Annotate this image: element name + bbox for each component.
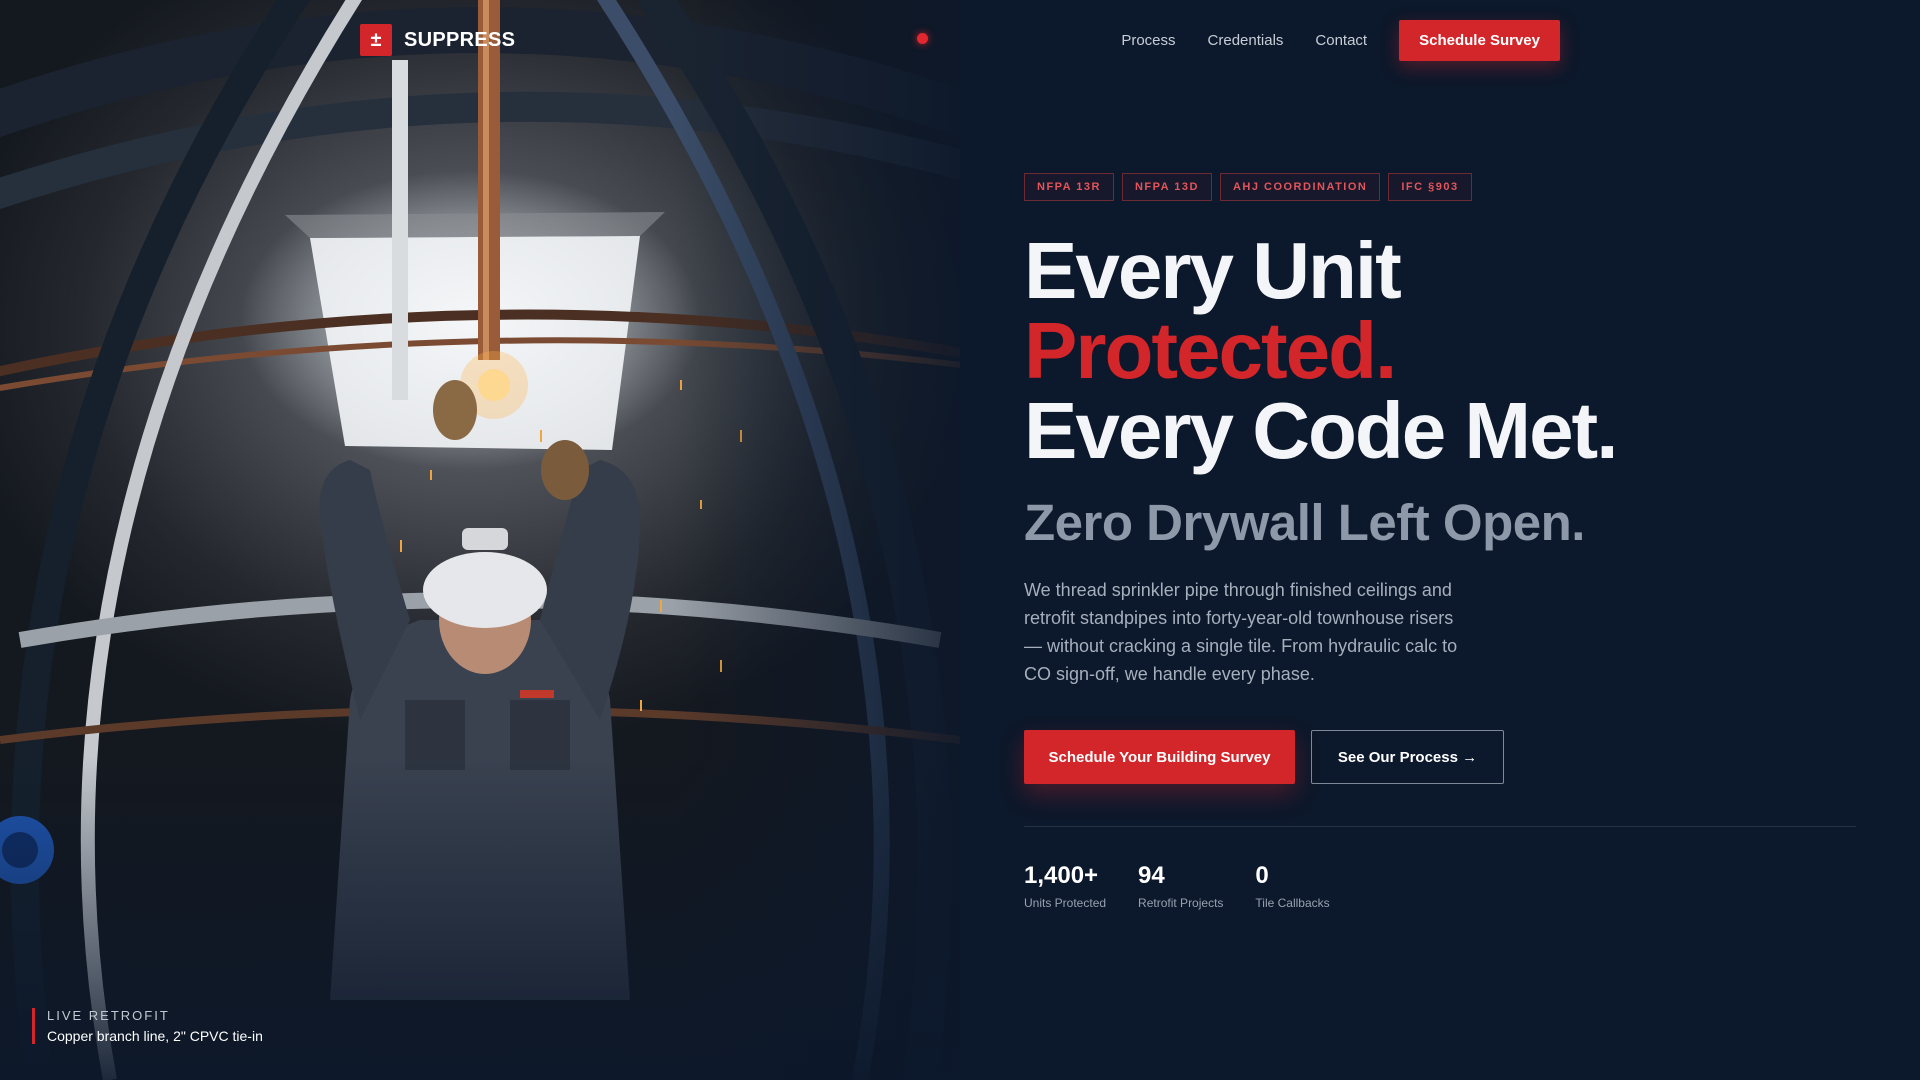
live-indicator-dot — [917, 33, 928, 44]
schedule-survey-button[interactable]: Schedule Survey — [1399, 20, 1560, 61]
stat-units-protected: 1,400+ Units Protected — [1024, 862, 1106, 910]
photo-caption: LIVE RETROFIT Copper branch line, 2" CPV… — [32, 1008, 263, 1044]
stats-row: 1,400+ Units Protected 94 Retrofit Proje… — [1024, 862, 1362, 910]
stat-label: Retrofit Projects — [1138, 896, 1224, 910]
hero-photo — [0, 0, 960, 1080]
caption-text: Copper branch line, 2" CPVC tie-in — [47, 1028, 263, 1044]
hero-subheadline: Zero Drywall Left Open. — [1024, 494, 1585, 551]
caption-kicker: LIVE RETROFIT — [47, 1008, 170, 1023]
stat-value: 1,400+ — [1024, 862, 1099, 889]
hero-headline: Every Unit Protected. Every Code Met. — [1024, 231, 1864, 471]
tag-nfpa-13d: NFPA 13D — [1121, 173, 1212, 201]
stat-label: Units Protected — [1024, 896, 1107, 910]
stat-value: 0 — [1255, 862, 1269, 889]
nav-link-credentials[interactable]: Credentials — [1208, 32, 1284, 49]
stat-label: Tile Callbacks — [1255, 896, 1330, 910]
hero-ctas: Schedule Your Building Survey See Our Pr… — [1024, 730, 1864, 784]
headline-line-1: Every Unit — [1024, 226, 1402, 315]
stat-retrofit-projects: 94 Retrofit Projects — [1138, 862, 1223, 910]
main-nav: Process Credentials Contact Schedule Sur… — [1121, 20, 1560, 61]
brand-name: SUPPRESS — [404, 28, 516, 51]
nav-link-process[interactable]: Process — [1121, 32, 1175, 49]
stat-value: 94 — [1138, 862, 1165, 889]
hero-section: NFPA 13R NFPA 13D AHJ COORDINATION IFC §… — [1024, 173, 1864, 784]
logo[interactable]: ± SUPPRESS — [360, 24, 515, 56]
worker-welding-pipe-illustration — [0, 0, 960, 1080]
credential-tags: NFPA 13R NFPA 13D AHJ COORDINATION IFC §… — [1024, 173, 1864, 201]
hero-body: We thread sprinkler pipe through finishe… — [1024, 580, 1458, 684]
schedule-building-survey-button[interactable]: Schedule Your Building Survey — [1024, 730, 1295, 784]
sprinkler-logo-icon: ± — [360, 24, 392, 56]
headline-line-2: Protected. — [1024, 306, 1397, 395]
see-our-process-button[interactable]: See Our Process → — [1311, 730, 1504, 784]
tag-ifc-903: IFC §903 — [1388, 173, 1472, 201]
tag-ahj-coordination: AHJ COORDINATION — [1219, 173, 1381, 201]
stats-divider — [1024, 826, 1856, 827]
stat-tile-callbacks: 0 Tile Callbacks — [1255, 862, 1329, 910]
tag-nfpa-13r: NFPA 13R — [1024, 173, 1114, 201]
nav-link-contact[interactable]: Contact — [1315, 32, 1367, 49]
headline-line-3: Every Code Met. — [1024, 386, 1618, 475]
